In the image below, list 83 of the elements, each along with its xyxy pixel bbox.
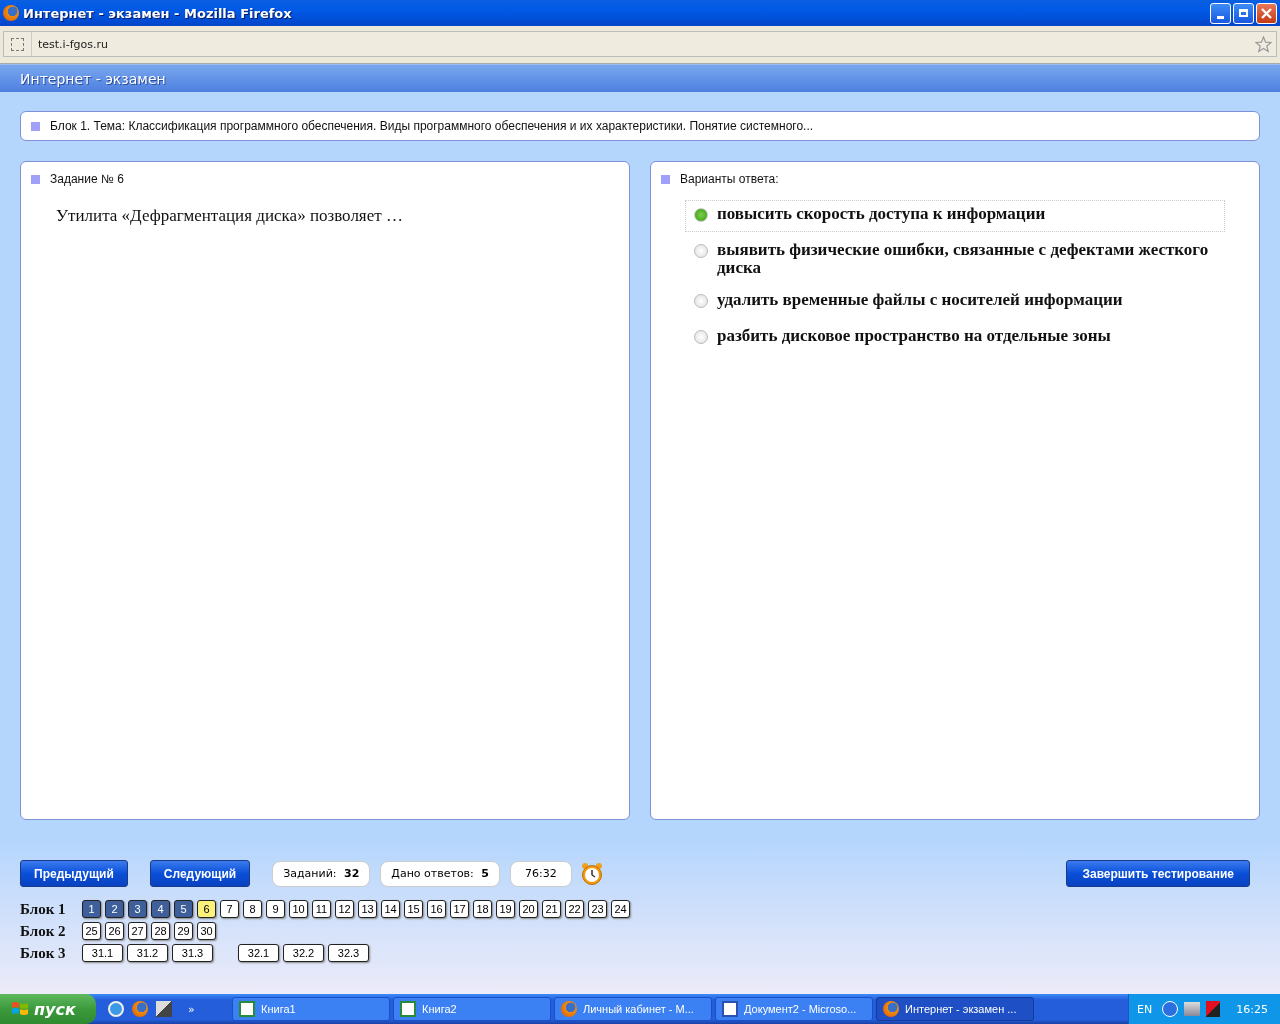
- browser-icon[interactable]: [108, 1001, 124, 1017]
- alarm-clock-icon: [579, 861, 604, 886]
- bookmark-star-icon[interactable]: [1255, 35, 1272, 53]
- question-number-button[interactable]: 22: [565, 900, 584, 918]
- question-number-button[interactable]: 32.3: [328, 944, 369, 962]
- answer-option[interactable]: повысить скорость доступа к информации: [685, 200, 1225, 232]
- block-label: Блок 1: [20, 900, 67, 918]
- more-chevron[interactable]: »: [188, 1002, 195, 1016]
- panel-heading: Варианты ответа:: [680, 172, 779, 186]
- address-field[interactable]: test.i-fgos.ru: [3, 31, 1277, 57]
- topic-text: Блок 1. Тема: Классификация программного обеспечения. Виды программного обеспечения и их характеристики. Понятие системного...: [50, 119, 814, 133]
- panel-heading: Задание № 6: [50, 172, 124, 186]
- document-icon: [722, 1001, 738, 1017]
- question-number-button[interactable]: 8: [243, 900, 262, 918]
- taskbar-button[interactable]: Книга1: [232, 997, 390, 1021]
- question-number-button[interactable]: 27: [128, 922, 147, 940]
- question-number-button[interactable]: 32.2: [283, 944, 324, 962]
- question-number-button[interactable]: 26: [105, 922, 124, 940]
- next-button[interactable]: Следующий: [149, 860, 251, 887]
- question-number-button[interactable]: 15: [404, 900, 423, 918]
- question-number-button[interactable]: 7: [220, 900, 239, 918]
- answers-count-label: Дано ответов: 5: [380, 860, 500, 887]
- windows-logo-icon: [12, 1002, 28, 1015]
- answer-option[interactable]: удалить временные файлы с носителей информации: [685, 286, 1225, 318]
- question-number-button[interactable]: 11: [312, 900, 331, 918]
- start-button[interactable]: пуск: [0, 994, 96, 1024]
- question-number-button[interactable]: 25: [82, 922, 101, 940]
- question-number-button[interactable]: 29: [174, 922, 193, 940]
- question-number-button[interactable]: 6: [197, 900, 216, 918]
- minimize-button[interactable]: [1210, 2, 1231, 24]
- question-number-button[interactable]: 30: [197, 922, 216, 940]
- question-number-button[interactable]: 24: [611, 900, 630, 918]
- question-number-button[interactable]: 3: [128, 900, 147, 918]
- answer-option[interactable]: разбить дисковое пространство на отдельные зоны: [685, 322, 1225, 354]
- question-number-button[interactable]: 2: [105, 900, 124, 918]
- square-icon: [31, 121, 40, 131]
- question-number-button[interactable]: 31.1: [82, 944, 123, 962]
- previous-button[interactable]: Предыдущий: [20, 860, 128, 887]
- timer: 76:32: [509, 860, 572, 887]
- question-number-button[interactable]: 21: [542, 900, 561, 918]
- close-button[interactable]: [1256, 2, 1277, 24]
- spreadsheet-icon: [400, 1001, 416, 1017]
- taskbar-button[interactable]: Документ2 - Microso...: [715, 997, 873, 1021]
- block-label: Блок 2: [20, 922, 67, 940]
- taskbar-button[interactable]: Интернет - экзамен ...: [876, 997, 1034, 1021]
- question-number-button[interactable]: 4: [151, 900, 170, 918]
- question-number-button[interactable]: 20: [519, 900, 538, 918]
- window-title: Интернет - экзамен - Mozilla Firefox: [23, 5, 293, 21]
- question-number-button[interactable]: 13: [358, 900, 377, 918]
- taskbar-button[interactable]: Личный кабинет - М...: [554, 997, 712, 1021]
- square-icon: [31, 174, 40, 184]
- question-number-button[interactable]: 19: [496, 900, 515, 918]
- spreadsheet-icon: [239, 1001, 255, 1017]
- scanner-icon[interactable]: [156, 1001, 172, 1017]
- question-text: Утилита «Дефрагментация диска» позволяет …: [56, 206, 404, 226]
- question-number-button[interactable]: 10: [289, 900, 308, 918]
- taskbar-button[interactable]: Книга2: [393, 997, 551, 1021]
- finish-test-button[interactable]: Завершить тестирование: [1066, 860, 1250, 887]
- question-number-button[interactable]: 12: [335, 900, 354, 918]
- question-number-button[interactable]: 17: [450, 900, 469, 918]
- question-number-button[interactable]: 23: [588, 900, 607, 918]
- firefox-icon: [883, 1001, 899, 1017]
- question-number-button[interactable]: 32.1: [238, 944, 279, 962]
- firefox-icon: [561, 1001, 577, 1017]
- question-number-button[interactable]: 1: [82, 900, 101, 918]
- question-number-button[interactable]: 18: [473, 900, 492, 918]
- question-number-button[interactable]: 5: [174, 900, 193, 918]
- restore-button[interactable]: [1233, 2, 1254, 24]
- firefox-icon: [3, 5, 19, 21]
- answer-option[interactable]: выявить физические ошибки, связанные с дефектами жесткого диска: [685, 236, 1225, 282]
- page-title: Интернет - экзамен: [20, 70, 166, 87]
- question-number-button[interactable]: 14: [381, 900, 400, 918]
- block-label: Блок 3: [20, 944, 67, 962]
- question-number-button[interactable]: 31.2: [127, 944, 168, 962]
- question-number-button[interactable]: 28: [151, 922, 170, 940]
- clock: 16:25: [1236, 1002, 1268, 1016]
- square-icon: [661, 174, 670, 184]
- close-icon: [1260, 6, 1273, 20]
- question-number-button[interactable]: 31.3: [172, 944, 213, 962]
- antivirus-icon[interactable]: [1206, 1001, 1221, 1017]
- tasks-count-label: Заданий: 32: [272, 860, 371, 887]
- question-number-button[interactable]: 9: [266, 900, 285, 918]
- question-number-button[interactable]: 16: [427, 900, 446, 918]
